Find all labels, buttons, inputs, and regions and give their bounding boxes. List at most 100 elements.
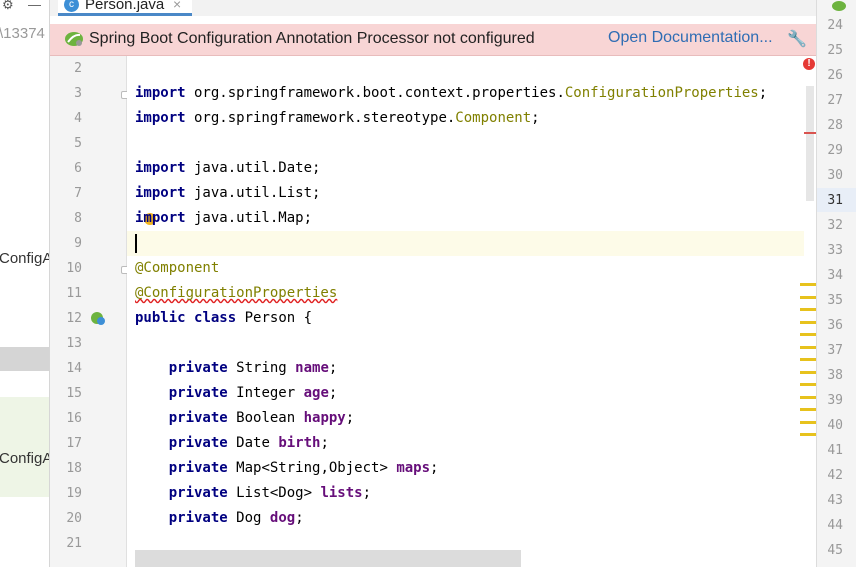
code-token: private [168, 510, 228, 526]
line-number: 26 [827, 68, 843, 83]
line-number: 16 [66, 411, 82, 426]
warning-stripe-mark[interactable] [800, 371, 816, 374]
line-number: 41 [827, 443, 843, 458]
code-line[interactable]: private Integer age; [135, 381, 338, 406]
code-line[interactable]: private List<Dog> lists; [135, 481, 371, 506]
code-line[interactable]: import java.util.List; [135, 181, 320, 206]
project-panel: ⚙ — \13374 ConfigA ConfigA [0, 0, 50, 567]
editor-tab-bar: c Person.java × [50, 0, 816, 16]
code-token: import [135, 160, 186, 176]
warning-stripe-mark[interactable] [800, 358, 816, 361]
line-number: 36 [827, 318, 843, 333]
code-token: import [135, 85, 186, 101]
line-number: 8 [74, 211, 82, 226]
project-tree-item[interactable]: ConfigA [0, 450, 49, 467]
code-token: List<Dog> [227, 485, 321, 501]
warning-stripe-mark[interactable] [800, 396, 816, 399]
line-number: 38 [827, 368, 843, 383]
code-token: import [135, 110, 186, 126]
code-line[interactable]: import org.springframework.stereotype.Co… [135, 106, 540, 131]
code-editor[interactable]: import org.springframework.boot.context.… [127, 56, 804, 567]
code-token: org.springframework.stereotype. [185, 110, 456, 126]
code-token: String [227, 360, 296, 376]
minimize-icon[interactable]: — [28, 0, 41, 12]
code-line[interactable]: private Date birth; [135, 431, 329, 456]
code-line[interactable]: @ConfigurationProperties [135, 281, 337, 306]
code-line[interactable]: public class Person { [135, 306, 312, 331]
line-number: 29 [827, 143, 843, 158]
line-number: 33 [827, 243, 843, 258]
banner-message: Spring Boot Configuration Annotation Pro… [89, 30, 535, 47]
horizontal-scrollbar[interactable] [135, 550, 521, 567]
line-number: 4 [74, 111, 82, 126]
warning-stripe-mark[interactable] [800, 321, 816, 324]
line-number: 45 [827, 543, 843, 558]
code-token: private [168, 360, 228, 376]
line-number: 14 [66, 361, 82, 376]
code-line[interactable]: private Boolean happy; [135, 406, 354, 431]
settings-gear-icon[interactable]: ⚙ [2, 0, 14, 13]
warning-stripe-mark[interactable] [800, 283, 816, 286]
code-token: Person { [236, 310, 313, 326]
line-number: 34 [827, 268, 843, 283]
close-tab-icon[interactable]: × [173, 0, 181, 12]
spring-leaf-icon [65, 32, 83, 46]
warning-stripe-mark[interactable] [800, 408, 816, 411]
code-token: Dog [227, 510, 270, 526]
code-token: ; [362, 485, 372, 501]
line-number: 43 [827, 493, 843, 508]
vertical-scrollbar-thumb[interactable] [806, 86, 814, 201]
line-number: 24 [827, 18, 843, 33]
code-token: import [135, 210, 186, 226]
line-number: 35 [827, 293, 843, 308]
code-token: Integer [227, 385, 304, 401]
open-documentation-link[interactable]: Open Documentation... [608, 29, 773, 47]
code-token: private [168, 485, 228, 501]
warning-stripe-mark[interactable] [800, 346, 816, 349]
warning-stripe-mark[interactable] [800, 421, 816, 424]
code-line[interactable]: private String name; [135, 356, 338, 381]
error-indicator-icon[interactable]: ! [803, 58, 815, 70]
code-token: Date [227, 435, 279, 451]
tab-person-java[interactable]: c Person.java × [58, 0, 192, 16]
code-line[interactable]: private Map<String,Object> maps; [135, 456, 439, 481]
wrench-icon[interactable]: 🔧 [787, 29, 807, 49]
code-line[interactable]: import java.util.Map; [135, 206, 312, 231]
warning-stripe-mark[interactable] [800, 333, 816, 336]
code-token: private [168, 460, 228, 476]
code-line[interactable]: private Dog dog; [135, 506, 304, 531]
warning-stripe-mark[interactable] [800, 308, 816, 311]
spring-bean-icon[interactable] [90, 310, 106, 326]
project-tree-item[interactable]: ConfigA [0, 250, 49, 267]
code-token: private [168, 385, 228, 401]
line-number: 11 [66, 286, 82, 301]
line-number: 12 [66, 311, 82, 326]
code-token: ; [345, 410, 355, 426]
code-token: age [303, 385, 329, 401]
code-line[interactable]: @Component [135, 256, 219, 281]
error-stripe-mark[interactable] [804, 132, 816, 134]
warning-stripe-mark[interactable] [800, 433, 816, 436]
project-tree-selection [0, 347, 49, 371]
code-line[interactable]: import java.util.Date; [135, 156, 320, 181]
code-token: Component [455, 110, 532, 126]
line-number: 25 [827, 43, 843, 58]
warning-stripe-mark[interactable] [800, 296, 816, 299]
code-token: org.springframework.boot.context.propert… [185, 85, 565, 101]
code-token: ; [320, 435, 329, 451]
line-number: 20 [66, 511, 82, 526]
code-token: lists [320, 485, 363, 501]
code-token: dog [269, 510, 296, 526]
line-number: 21 [66, 536, 82, 551]
code-line[interactable]: import org.springframework.boot.context.… [135, 81, 767, 106]
code-token: ; [328, 360, 338, 376]
error-stripe[interactable]: ! [800, 56, 816, 567]
split-editor-gutter: 24 25 26 27 28 29 30 31 32 33 34 35 36 37 38 39 40 41 42 43… [816, 0, 856, 567]
code-token: Map<String,Object> [227, 460, 397, 476]
code-token: @ConfigurationProperties [135, 285, 338, 301]
line-number: 17 [66, 436, 82, 451]
warning-stripe-mark[interactable] [800, 383, 816, 386]
